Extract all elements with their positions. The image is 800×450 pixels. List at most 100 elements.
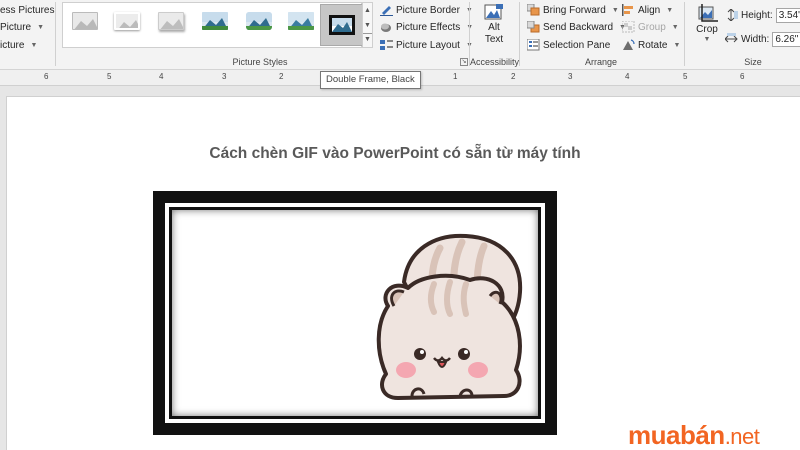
style-thumbnail[interactable] <box>243 9 275 33</box>
accessibility-group-label: Accessibility <box>470 57 520 67</box>
style-thumbnail[interactable] <box>155 9 187 33</box>
chevron-down-icon[interactable]: ▼ <box>363 18 372 33</box>
chevron-down-icon: ▼ <box>30 41 38 49</box>
brand-watermark: muabán.net <box>628 420 760 450</box>
ruler-number: 2 <box>279 72 284 81</box>
dialog-launcher-icon[interactable]: ↘ <box>460 58 468 66</box>
ruler-number: 6 <box>740 72 745 81</box>
height-input[interactable]: 3.54" <box>775 7 800 23</box>
style-thumbnail[interactable] <box>69 9 101 33</box>
rotate-button[interactable]: Rotate ▼ <box>622 37 680 53</box>
send-backward-button[interactable]: Send Backward ▼ <box>526 19 626 35</box>
size-group-label: Size <box>744 57 762 67</box>
height-label: Height: <box>741 9 773 21</box>
ruler-number: 1 <box>453 72 458 81</box>
crop-icon <box>696 4 718 24</box>
ruler-number: 4 <box>625 72 630 81</box>
width-input[interactable]: 6.26" <box>772 31 800 47</box>
landscape-icon <box>288 12 314 30</box>
align-label: Align <box>638 4 661 16</box>
bring-forward-icon <box>526 3 540 16</box>
send-backward-icon <box>526 20 540 33</box>
document-title: Cách chèn GIF vào PowerPoint có sẵn từ m… <box>209 145 581 162</box>
chevron-down-icon: ▼ <box>666 6 674 14</box>
chevron-down-icon: ▼ <box>671 23 679 31</box>
gallery-more-icon[interactable]: ▼ <box>363 33 372 45</box>
compress-pictures-button[interactable]: ess Pictures <box>0 2 54 18</box>
frame-mat <box>165 203 545 423</box>
landscape-icon <box>158 12 184 30</box>
width-label: Width: <box>741 33 770 45</box>
brand-tld: .net <box>724 424 760 449</box>
chevron-up-icon[interactable]: ▲ <box>363 3 372 18</box>
send-backward-label: Send Backward <box>543 21 614 33</box>
change-picture-label: Picture <box>0 21 32 33</box>
selection-pane-icon <box>526 38 540 51</box>
alt-text-button[interactable]: Alt Text <box>478 4 510 54</box>
style-thumbnail[interactable] <box>285 9 317 33</box>
crop-label: Crop <box>696 24 718 35</box>
bring-forward-label: Bring Forward <box>543 4 606 16</box>
alt-text-label-line1: Alt <box>488 22 500 33</box>
group-label: Group <box>638 21 666 33</box>
alt-text-label-line2: Text <box>484 34 504 45</box>
document-page[interactable]: Cách chèn GIF vào PowerPoint có sẵn từ m… <box>6 96 800 450</box>
bring-forward-button[interactable]: Bring Forward ▼ <box>526 2 619 18</box>
rotate-label: Rotate <box>638 39 668 51</box>
picture-styles-group-label: Picture Styles <box>232 57 288 67</box>
picture-border-button[interactable]: Picture Border ▼ <box>380 2 473 18</box>
style-thumbnail-double-frame-black[interactable] <box>320 4 364 46</box>
landscape-icon <box>72 12 98 30</box>
picture-styles-gallery <box>62 2 364 48</box>
rotate-icon <box>622 39 635 51</box>
gallery-scroll[interactable]: ▲ ▼ ▼ <box>362 2 373 48</box>
picture-effects-button[interactable]: Picture Effects ▼ <box>380 19 473 35</box>
layout-icon <box>380 39 393 51</box>
style-thumbnail[interactable] <box>199 9 231 33</box>
align-button[interactable]: Align ▼ <box>622 2 673 18</box>
picture-layout-button[interactable]: Picture Layout ▼ <box>380 37 473 53</box>
selection-pane-button[interactable]: Selection Pane <box>526 37 611 53</box>
width-control: Width: 6.26" <box>724 31 800 47</box>
alt-text-icon <box>484 4 504 22</box>
width-icon <box>724 33 738 45</box>
crop-button[interactable]: Crop ▼ <box>692 4 722 54</box>
brand-name: muabán <box>628 420 725 450</box>
compress-pictures-label: ess Pictures <box>0 4 55 16</box>
group-separator <box>55 2 56 66</box>
reset-picture-button[interactable]: icture ▼ <box>0 37 37 53</box>
chevron-down-icon: ▼ <box>703 36 711 43</box>
style-thumbnail[interactable] <box>111 9 143 33</box>
chevron-down-icon: ▼ <box>611 6 619 14</box>
ruler-number: 5 <box>683 72 688 81</box>
change-picture-button[interactable]: Picture ▼ <box>0 19 44 35</box>
picture-border-label: Picture Border <box>396 4 460 16</box>
frame-inner-border <box>169 207 541 419</box>
group-icon <box>621 20 635 33</box>
hamster-illustration <box>376 233 523 400</box>
ruler-number: 6 <box>44 72 49 81</box>
chevron-down-icon: ▼ <box>673 41 681 49</box>
group-button[interactable]: Group ▼ <box>621 19 679 35</box>
ruler-number: 3 <box>568 72 573 81</box>
group-separator <box>684 2 685 66</box>
ruler-number: 3 <box>222 72 227 81</box>
picture-effects-label: Picture Effects <box>396 21 461 33</box>
picture-layout-label: Picture Layout <box>396 39 460 51</box>
ruler-number: 5 <box>107 72 112 81</box>
chevron-down-icon: ▼ <box>37 23 45 31</box>
landscape-icon <box>114 12 140 30</box>
selected-picture-frame[interactable] <box>153 191 557 435</box>
height-icon <box>725 8 738 22</box>
style-tooltip: Double Frame, Black <box>320 71 421 89</box>
effects-icon <box>380 21 393 33</box>
selection-pane-label: Selection Pane <box>543 39 611 51</box>
ruler-number: 4 <box>159 72 164 81</box>
height-control: Height: 3.54" <box>725 7 800 23</box>
pen-border-icon <box>380 4 393 17</box>
landscape-icon <box>246 12 272 30</box>
reset-picture-label: icture <box>0 39 25 51</box>
arrange-group-label: Arrange <box>584 57 618 67</box>
landscape-icon <box>202 12 228 30</box>
ruler-number: 2 <box>511 72 516 81</box>
